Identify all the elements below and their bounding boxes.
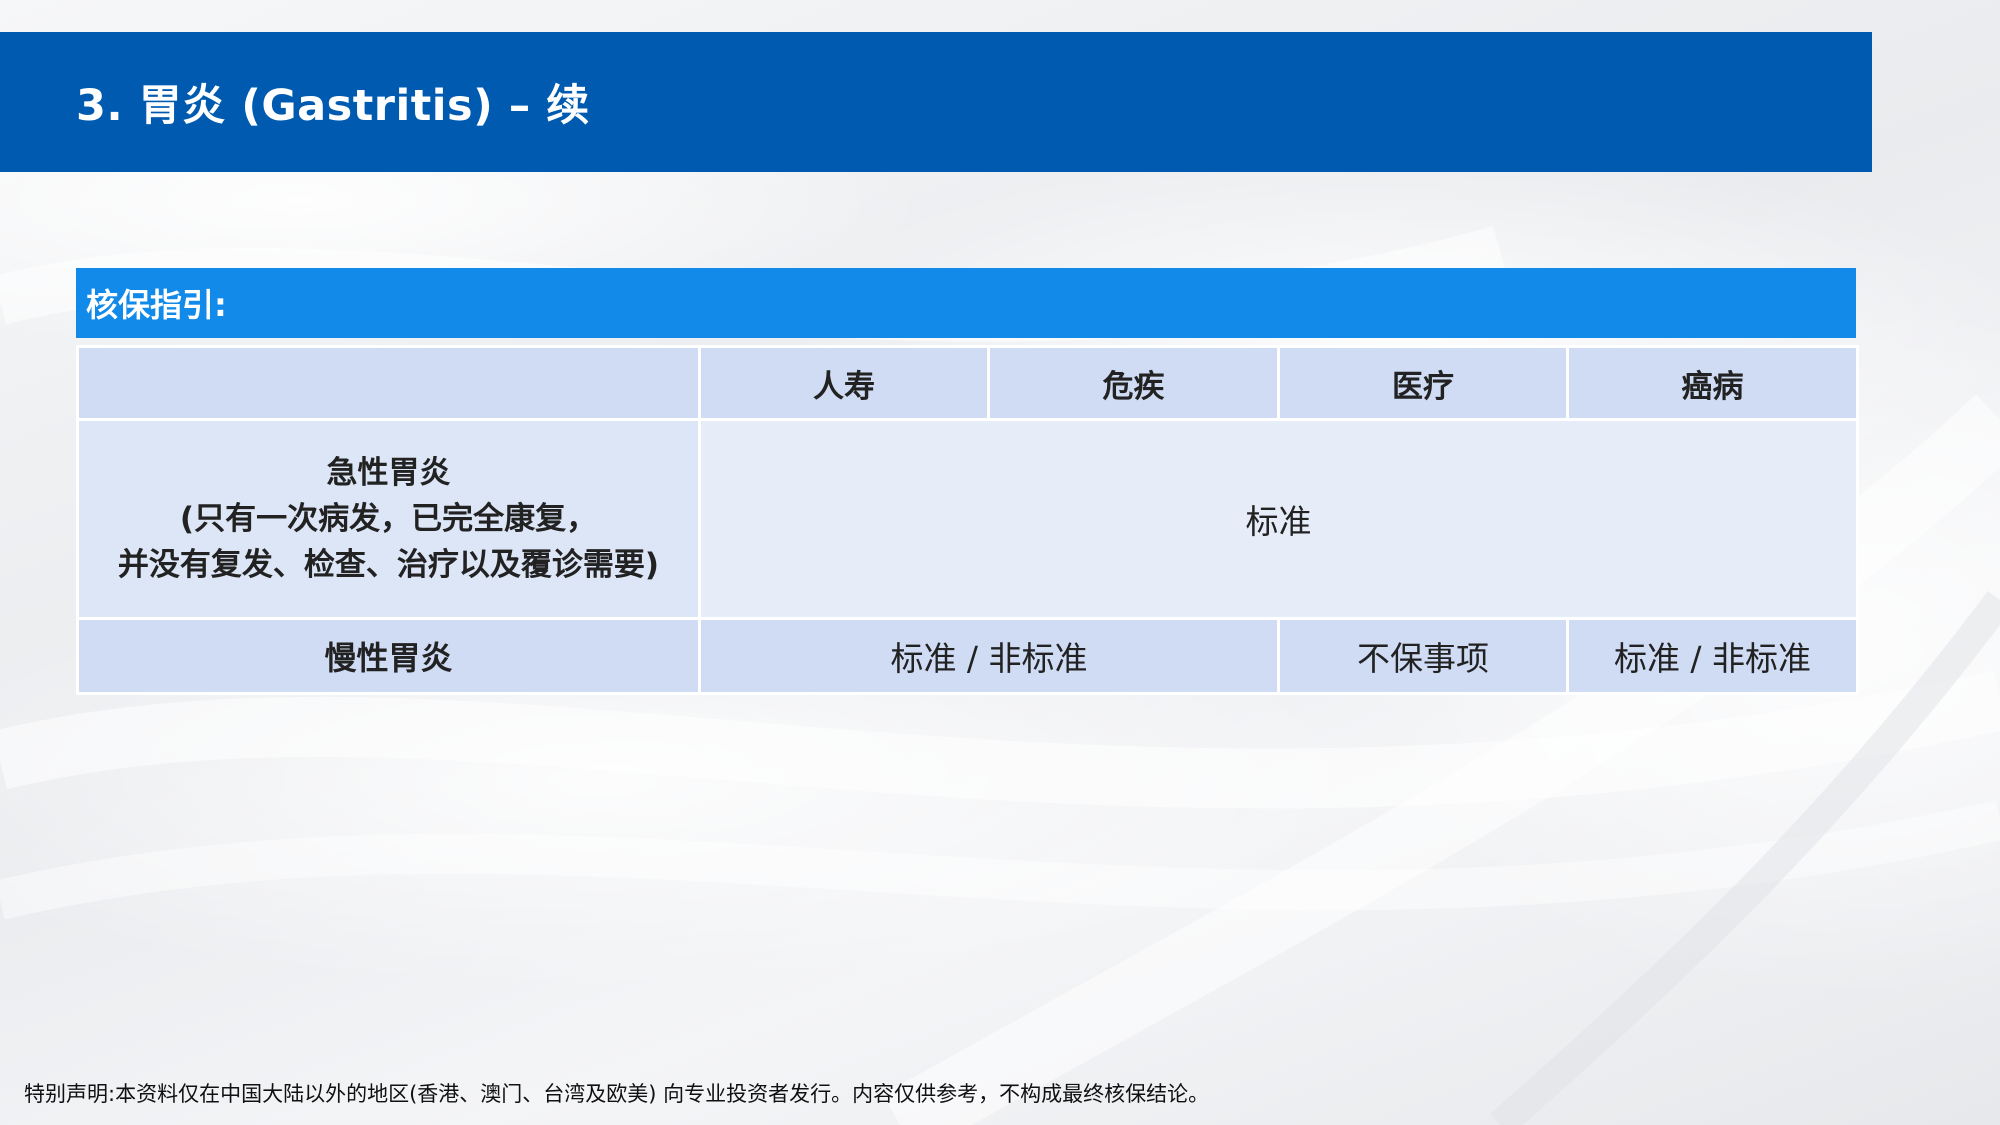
chronic-medical-value: 不保事项	[1277, 617, 1569, 695]
disclaimer-note: 特别声明:本资料仅在中国大陆以外的地区(香港、澳门、台湾及欧美) 向专业投资者发…	[24, 1082, 1210, 1106]
row-label-chronic-gastritis: 慢性胃炎	[76, 617, 701, 695]
table-header-life: 人寿	[698, 345, 990, 421]
table-header-blank	[76, 345, 701, 421]
page-title: 3. 胃炎 (Gastritis) – 续	[76, 81, 590, 131]
table-header-row: 人寿 危疾 医疗 癌病	[76, 345, 1859, 421]
table-header-critical-illness: 危疾	[987, 345, 1280, 421]
row-label-line: (只有一次病发，已完全康复，	[179, 501, 598, 537]
guide-title: 核保指引:	[86, 286, 227, 324]
row-label-line: 并没有复发、检查、治疗以及覆诊需要)	[117, 547, 660, 583]
acute-gastritis-value: 标准	[698, 418, 1859, 620]
table-header-medical: 医疗	[1277, 345, 1569, 421]
chronic-life-critical-value: 标准 / 非标准	[698, 617, 1280, 695]
chronic-cancer-value: 标准 / 非标准	[1566, 617, 1859, 695]
row-label-line: 急性胃炎	[326, 455, 451, 491]
underwriting-table: 人寿 危疾 医疗 癌病 急性胃炎 (只有一次病发，已完全康复， 并没有复发、检查…	[76, 345, 1859, 695]
table-row-acute-gastritis: 急性胃炎 (只有一次病发，已完全康复， 并没有复发、检查、治疗以及覆诊需要) 标…	[76, 418, 1859, 620]
table-header-cancer: 癌病	[1566, 345, 1859, 421]
header-bar: 3. 胃炎 (Gastritis) – 续	[0, 32, 1872, 172]
guide-bar: 核保指引:	[76, 268, 1856, 338]
row-label-acute-gastritis: 急性胃炎 (只有一次病发，已完全康复， 并没有复发、检查、治疗以及覆诊需要)	[76, 418, 701, 620]
table-row-chronic-gastritis: 慢性胃炎 标准 / 非标准 不保事项 标准 / 非标准	[76, 617, 1859, 695]
